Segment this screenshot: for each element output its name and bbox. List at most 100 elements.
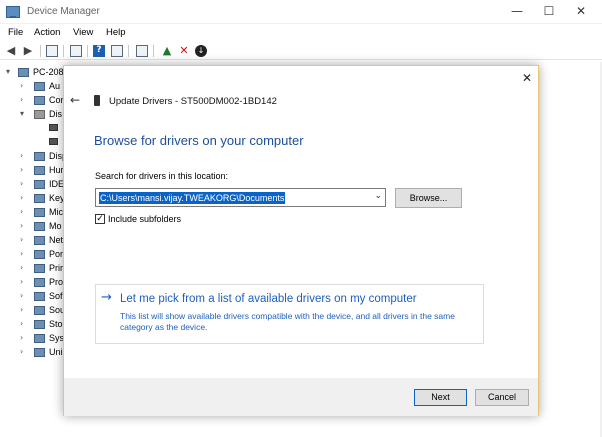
software-device-icon [34, 292, 45, 301]
expand-arrow-icon[interactable]: › [20, 95, 23, 104]
expand-arrow-icon[interactable]: › [20, 319, 23, 328]
dialog-subtitle: Browse for drivers on your computer [94, 133, 304, 148]
driver-path-input[interactable]: C:\Users\mansi.vijay.TWEAKORG\Documents [99, 192, 286, 204]
expand-arrow-icon[interactable]: › [20, 263, 23, 272]
show-hide-tree-icon[interactable] [46, 45, 58, 57]
maximize-button[interactable]: ☐ [538, 2, 560, 20]
tree-item[interactable]: › Mic [0, 206, 64, 220]
dialog-heading: Update Drivers - ST500DM002-1BD142 [109, 96, 277, 107]
tree-item[interactable]: › Net [0, 234, 64, 248]
update-driver-icon[interactable]: ▲ [160, 44, 174, 58]
title-bar: Device Manager — ☐ ✕ [0, 0, 602, 24]
expand-arrow-icon[interactable]: › [20, 333, 23, 342]
properties-icon[interactable] [70, 45, 82, 57]
expand-arrow-icon[interactable]: › [20, 347, 23, 356]
expand-arrow-icon[interactable]: › [20, 291, 23, 300]
expand-arrow-icon[interactable]: › [20, 81, 23, 90]
port-icon [34, 250, 45, 259]
tree-item[interactable]: › Sof [0, 290, 64, 304]
tree-item[interactable]: › Prir [0, 262, 64, 276]
tree-item[interactable] [0, 122, 64, 136]
device-manager-icon [6, 6, 20, 18]
expand-arrow-icon[interactable]: › [20, 179, 23, 188]
next-button[interactable]: Next [414, 389, 467, 406]
uninstall-icon[interactable]: ✕ [177, 44, 191, 58]
scan-hardware-icon[interactable] [136, 45, 148, 57]
expand-arrow-icon[interactable]: › [20, 235, 23, 244]
forward-arrow-icon[interactable]: ▶ [21, 44, 35, 58]
disable-icon[interactable]: ↓ [195, 45, 207, 57]
keyboard-icon [34, 194, 45, 203]
tree-item[interactable] [0, 136, 64, 150]
dialog-footer: Next Cancel [64, 378, 538, 416]
back-arrow-button[interactable]: ← [70, 93, 80, 107]
storage-icon [34, 320, 45, 329]
expand-arrow-icon[interactable]: › [20, 193, 23, 202]
update-drivers-dialog: ✕ ← Update Drivers - ST500DM002-1BD142 B… [63, 65, 539, 416]
tree-item[interactable]: ▾ Dis [0, 108, 64, 122]
expand-arrow-icon[interactable]: › [20, 165, 23, 174]
expand-arrow-icon[interactable]: › [20, 305, 23, 314]
toolbar-separator [87, 45, 88, 57]
tree-item[interactable]: › Uni [0, 346, 64, 360]
dialog-close-button[interactable]: ✕ [519, 70, 535, 86]
close-window-button[interactable]: ✕ [570, 2, 592, 20]
collapse-arrow-icon[interactable]: ▾ [20, 109, 24, 118]
tree-item[interactable]: › Syst [0, 332, 67, 346]
toolbar: ◀ ▶ ? ▲ ✕ ↓ [0, 42, 602, 60]
expand-arrow-icon[interactable]: › [20, 207, 23, 216]
display-icon [34, 152, 45, 161]
tree-item[interactable]: › Cor [0, 94, 64, 108]
include-subfolders-checkbox[interactable]: ✓ [95, 214, 105, 224]
tree-item[interactable]: › Sou [0, 304, 65, 318]
tree-item[interactable]: › Por [0, 248, 64, 262]
menu-file[interactable]: File [8, 27, 23, 38]
tree-item[interactable]: › Mo [0, 220, 64, 234]
monitor-icon [34, 222, 45, 231]
expand-arrow-icon[interactable]: › [20, 249, 23, 258]
menu-action[interactable]: Action [34, 27, 60, 38]
expand-arrow-icon[interactable]: › [20, 221, 23, 230]
menu-help[interactable]: Help [106, 27, 126, 38]
processor-icon [34, 278, 45, 287]
tree-item[interactable]: › Hur [0, 164, 64, 178]
toolbar-separator [40, 45, 41, 57]
chevron-down-icon[interactable]: ⌄ [374, 191, 382, 201]
cancel-button[interactable]: Cancel [475, 389, 529, 406]
pick-from-list-title[interactable]: Let me pick from a list of available dri… [120, 293, 417, 305]
minimize-button[interactable]: — [506, 2, 528, 20]
disk-icon [49, 138, 58, 145]
include-subfolders-label[interactable]: Include subfolders [108, 214, 181, 224]
device-tree: ▾ PC-208 › Au › Cor ▾ Dis › Disp › Hur ›… [0, 62, 67, 437]
network-icon [34, 236, 45, 245]
window-title: Device Manager [27, 6, 100, 17]
help-icon[interactable]: ? [93, 45, 105, 57]
browse-button[interactable]: Browse... [395, 188, 462, 208]
audio-icon [34, 82, 45, 91]
toolbar-separator [63, 45, 64, 57]
tree-item[interactable]: › Disp [0, 150, 67, 164]
search-location-label: Search for drivers in this location: [95, 171, 229, 181]
expand-arrow-icon[interactable]: › [20, 277, 23, 286]
menu-bar: File Action View Help [0, 24, 602, 42]
pick-from-list-option[interactable]: → Let me pick from a list of available d… [95, 284, 484, 344]
tree-item[interactable]: › Au [0, 80, 64, 94]
sound-icon [34, 306, 45, 315]
toolbar-separator [153, 45, 154, 57]
mouse-icon [34, 208, 45, 217]
tree-item[interactable]: › Key [0, 192, 65, 206]
tree-item[interactable]: › Pro [0, 276, 64, 290]
computer-icon [18, 68, 29, 77]
computer-icon [34, 96, 45, 105]
disk-drive-icon [34, 110, 45, 119]
expand-arrow-icon[interactable]: › [20, 151, 23, 160]
driver-path-combobox[interactable]: C:\Users\mansi.vijay.TWEAKORG\Documents … [95, 188, 386, 207]
tree-root[interactable]: ▾ PC-208 [0, 66, 64, 80]
back-arrow-icon[interactable]: ◀ [4, 44, 18, 58]
action-pane-icon[interactable] [111, 45, 123, 57]
tree-item[interactable]: › IDE [0, 178, 64, 192]
toolbar-separator [128, 45, 129, 57]
menu-view[interactable]: View [73, 27, 93, 38]
tree-item[interactable]: › Sto [0, 318, 64, 332]
collapse-arrow-icon[interactable]: ▾ [6, 67, 10, 76]
